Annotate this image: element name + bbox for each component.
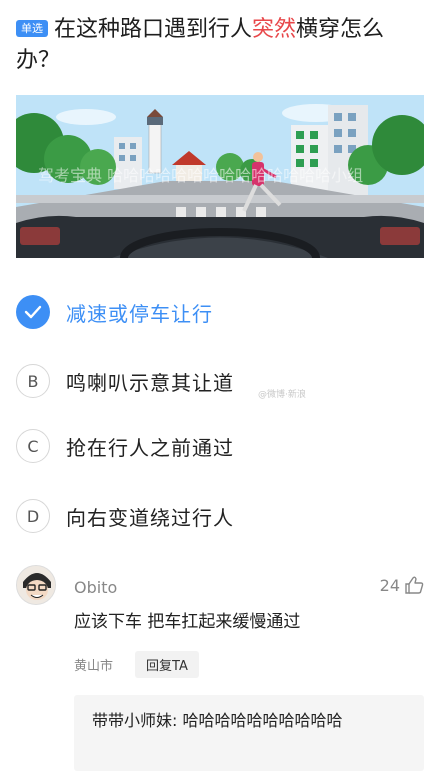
scene-watermark: 驾考宝典 哈哈哈哈哈哈哈哈哈哈哈哈哈哈小组 — [38, 166, 363, 185]
option-d-text: 向右变道绕过行人 — [66, 505, 234, 530]
option-c-letter: C — [16, 429, 50, 463]
check-icon — [16, 295, 50, 329]
reply-button[interactable]: 回复TA — [135, 651, 199, 678]
question-scene-image: 驾考宝典 哈哈哈哈哈哈哈哈哈哈哈哈哈哈小组 — [16, 95, 424, 258]
option-c-text: 抢在行人之前通过 — [66, 435, 234, 460]
question-text-highlight: 突然 — [252, 17, 297, 42]
reply-preview[interactable]: 带带小师妹: 哈哈哈哈哈哈哈哈哈哈 — [74, 695, 424, 771]
weibo-watermark: @微博·新浪 — [258, 390, 306, 400]
option-a-text: 减速或停车让行 — [66, 301, 213, 326]
like-count: 24 — [379, 575, 400, 595]
question-title: 单选 在这种路口遇到行人突然横穿怎么办？ — [16, 14, 426, 76]
avatar[interactable] — [16, 565, 56, 605]
comment-meta: 黄山市 回复TA — [74, 651, 199, 678]
question-text-before: 在这种路口遇到行人 — [54, 17, 253, 42]
reply-author: 带带小师妹: — [92, 711, 178, 730]
option-d-letter: D — [16, 499, 50, 533]
thumbs-up-icon — [405, 576, 424, 594]
option-b-letter: B — [16, 364, 50, 398]
comment-location: 黄山市 — [74, 659, 114, 674]
option-b-text: 鸣喇叭示意其让道 — [66, 370, 234, 395]
reply-text: 哈哈哈哈哈哈哈哈哈哈 — [177, 711, 343, 730]
option-a[interactable]: 减速或停车让行 — [16, 290, 213, 334]
option-d[interactable]: D 向右变道绕过行人 — [16, 494, 234, 538]
option-b[interactable]: B 鸣喇叭示意其让道 — [16, 359, 234, 403]
comment-text: 应该下车 把车扛起来缓慢通过 — [74, 612, 301, 632]
comment-username[interactable]: Obito — [74, 578, 117, 597]
single-choice-badge: 单选 — [16, 20, 48, 37]
like-button[interactable]: 24 — [380, 575, 424, 595]
option-c[interactable]: C 抢在行人之前通过 — [16, 424, 234, 468]
